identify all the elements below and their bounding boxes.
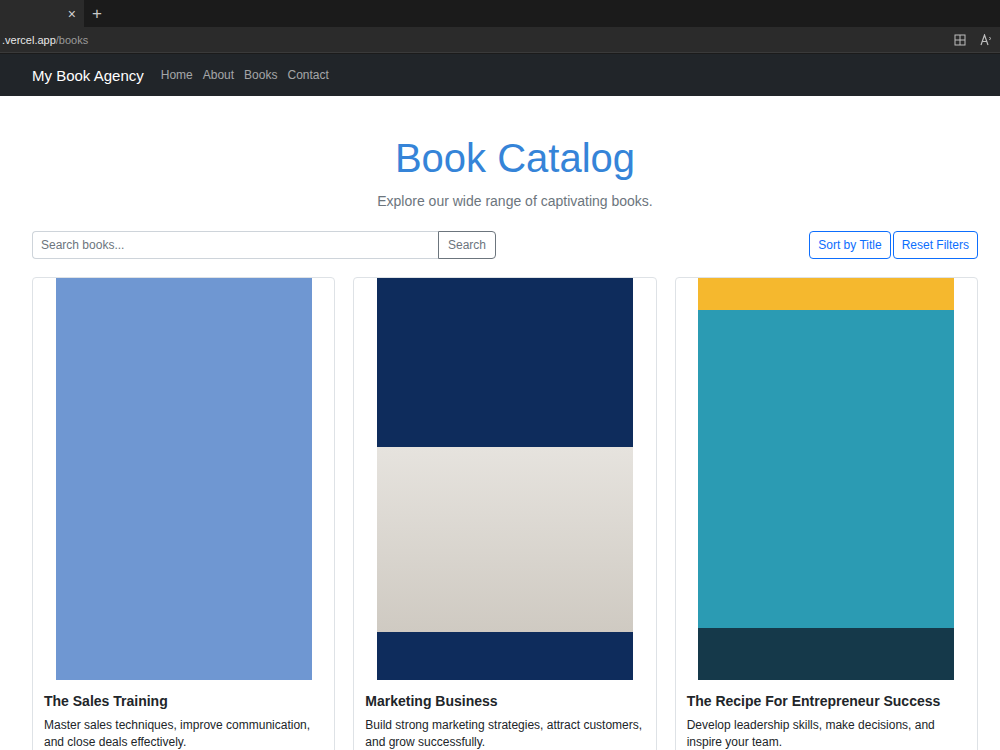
- sort-button[interactable]: Sort by Title: [809, 231, 890, 259]
- book-title[interactable]: Marketing Business: [365, 692, 644, 710]
- address-path: /books: [56, 34, 88, 46]
- browser-icons: [954, 34, 994, 46]
- book-cover[interactable]: [56, 278, 312, 680]
- book-title[interactable]: The Recipe For Entrepreneur Success: [687, 692, 966, 710]
- book-card[interactable]: The Sales Training Master sales technique…: [32, 277, 335, 750]
- book-grid: The Sales Training Master sales technique…: [32, 277, 978, 750]
- book-card[interactable]: The Recipe For Entrepreneur Success Devel…: [675, 277, 978, 750]
- book-title[interactable]: The Sales Training: [44, 692, 323, 710]
- book-description: Develop leadership skills, make decision…: [687, 717, 966, 750]
- book-description: Master sales techniques, improve communi…: [44, 717, 323, 750]
- search-input[interactable]: [32, 231, 438, 259]
- new-tab-button[interactable]: +: [84, 0, 102, 27]
- filter-buttons: Sort by TitleReset Filters: [809, 231, 978, 259]
- toolbar: Search Sort by TitleReset Filters: [32, 231, 978, 259]
- book-card[interactable]: Marketing Business Build strong marketing…: [353, 277, 656, 750]
- tab-bar: ×+: [0, 0, 1000, 27]
- nav-link[interactable]: Home: [161, 68, 193, 82]
- tab-close-button[interactable]: ×: [68, 7, 76, 21]
- card-body: The Sales Training Master sales technique…: [33, 680, 334, 750]
- address-bar: .vercel.app/books: [0, 27, 1000, 53]
- reset-button[interactable]: Reset Filters: [893, 231, 978, 259]
- page-subtitle: Explore our wide range of captivating bo…: [32, 191, 978, 211]
- app-grid-icon[interactable]: [954, 34, 966, 46]
- address-host: .vercel.app: [2, 34, 56, 46]
- browser-tab[interactable]: ×: [0, 0, 84, 27]
- nav-link[interactable]: About: [203, 68, 234, 82]
- book-cover[interactable]: [377, 278, 633, 680]
- page-header: Book Catalog Explore our wide range of ca…: [32, 96, 978, 211]
- read-aloud-icon[interactable]: [980, 34, 992, 46]
- book-description: Build strong marketing strategies, attra…: [365, 717, 644, 750]
- card-body: The Recipe For Entrepreneur Success Devel…: [676, 680, 977, 750]
- book-cover[interactable]: [698, 278, 954, 680]
- search-button[interactable]: Search: [438, 231, 496, 259]
- nav-link[interactable]: Contact: [287, 68, 328, 82]
- main-content: Book Catalog Explore our wide range of ca…: [32, 96, 978, 750]
- page-title: Book Catalog: [32, 134, 978, 182]
- search-group: Search: [32, 231, 496, 259]
- nav-links: Home About Books Contact: [161, 68, 329, 82]
- nav-link[interactable]: Books: [244, 68, 277, 82]
- card-body: Marketing Business Build strong marketing…: [354, 680, 655, 750]
- brand-link[interactable]: My Book Agency: [32, 67, 144, 84]
- navbar: My Book Agency Home About Books Contact: [0, 54, 1000, 96]
- address-field[interactable]: .vercel.app/books: [0, 34, 88, 46]
